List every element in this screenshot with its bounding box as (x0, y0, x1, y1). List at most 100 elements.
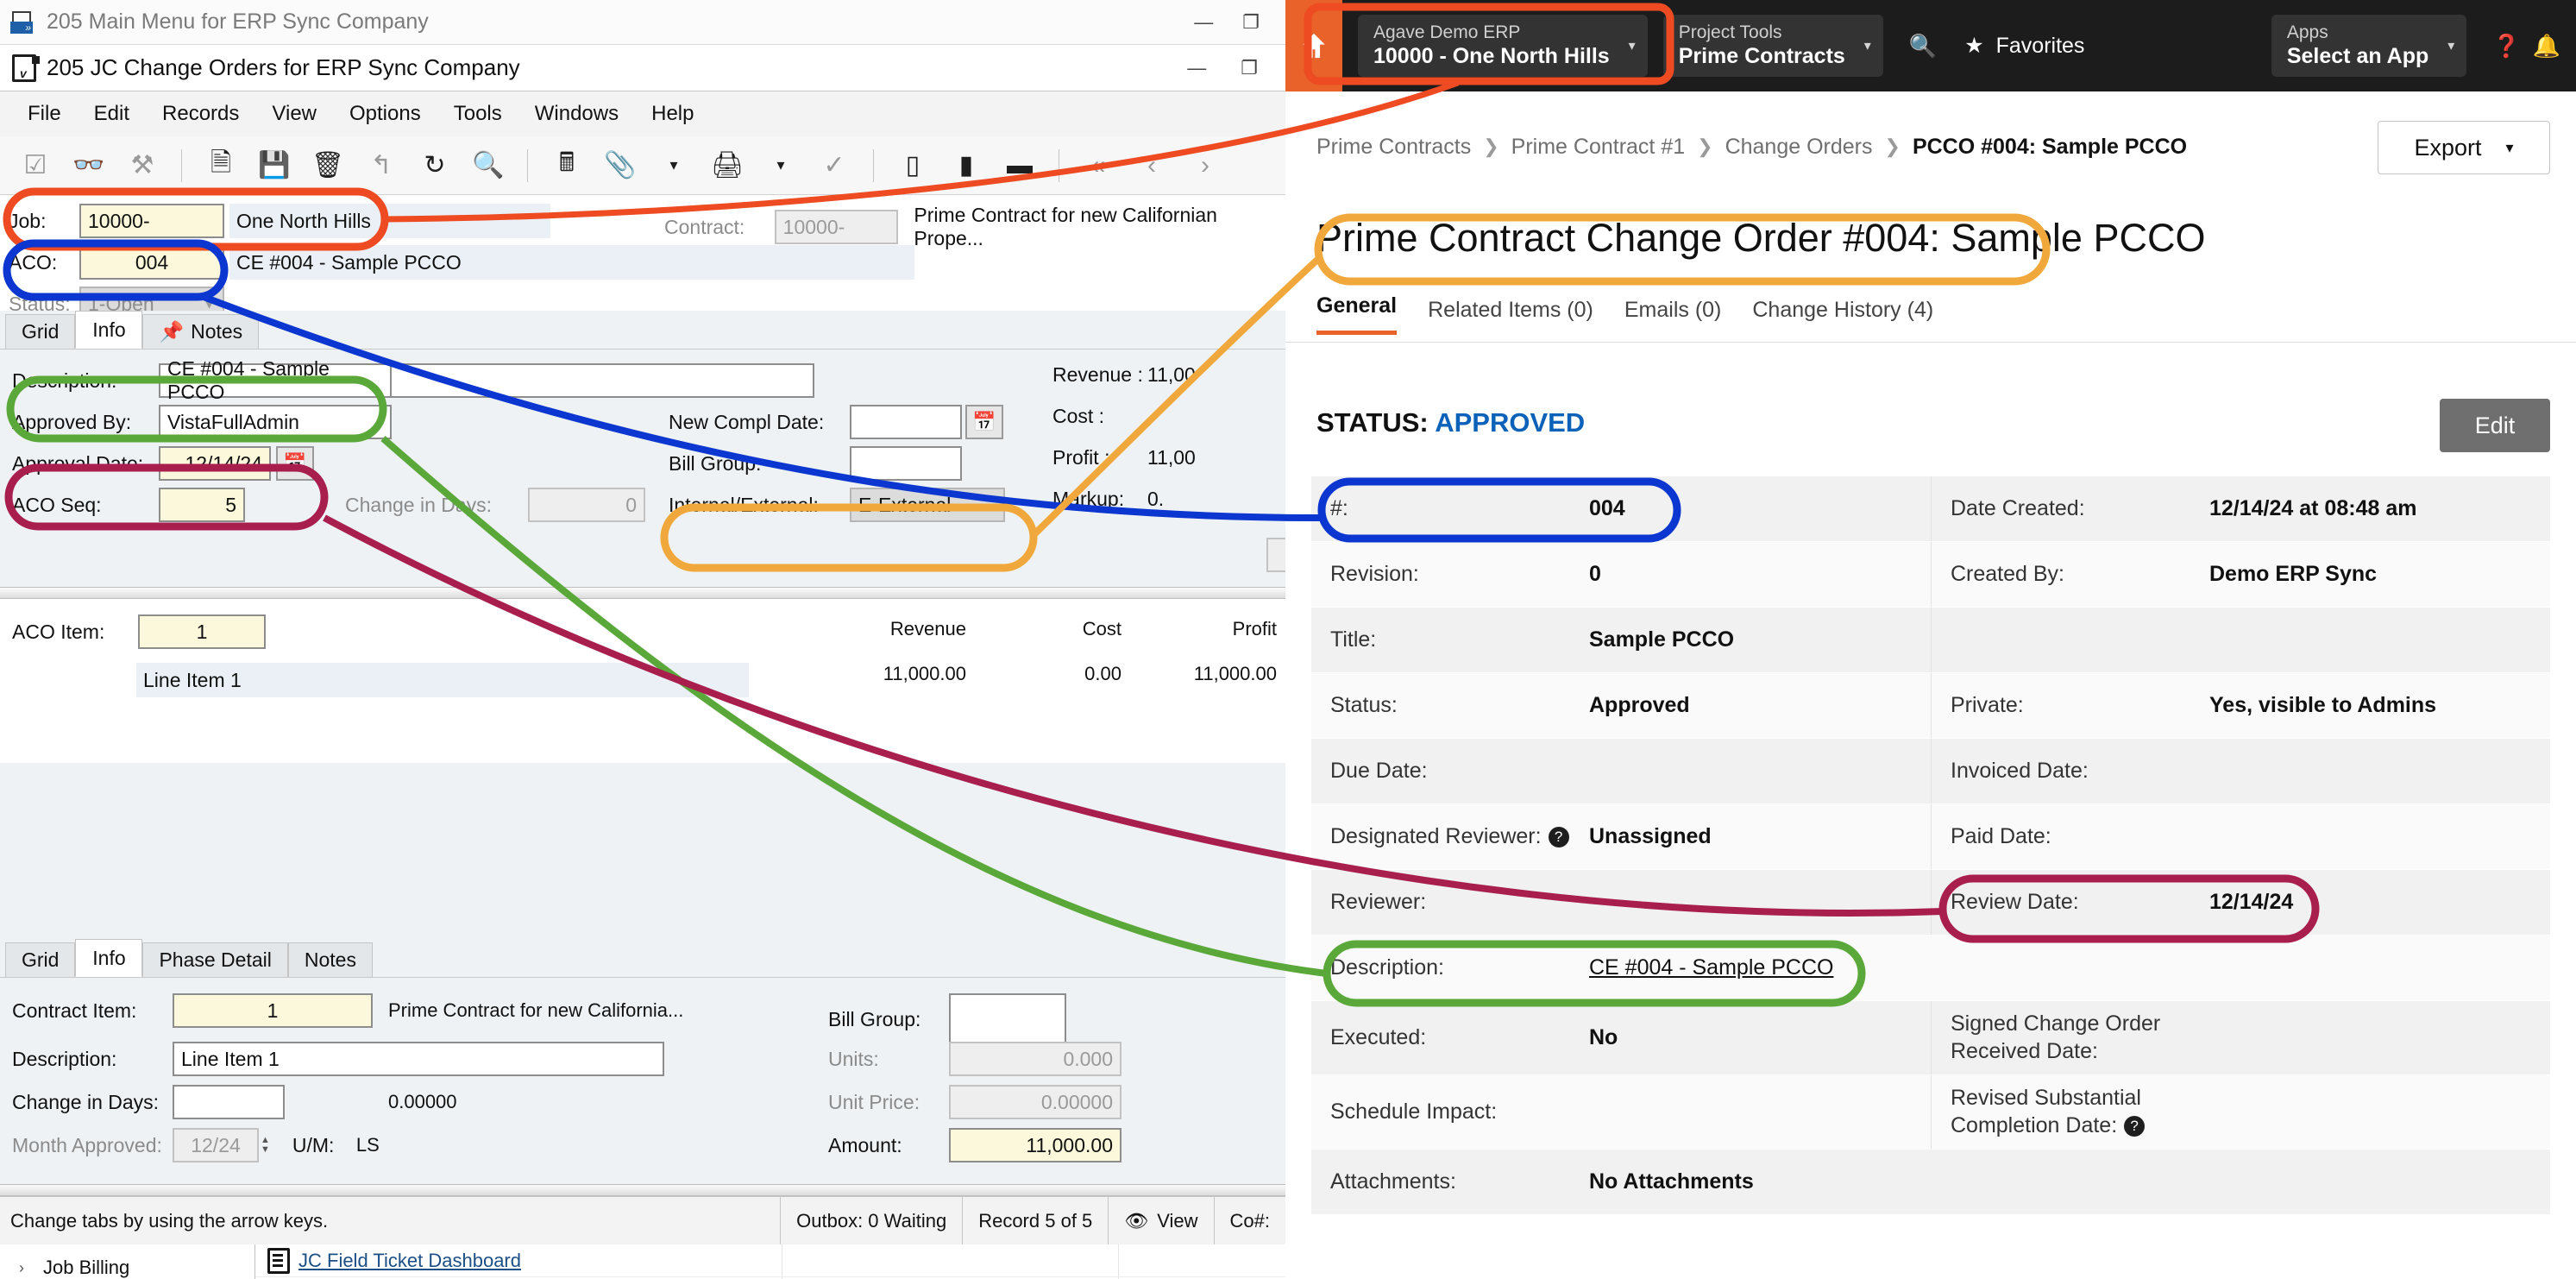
breadcrumb-prime-contracts[interactable]: Prime Contracts (1316, 135, 1471, 160)
field-label: Schedule Impact: (1330, 1099, 1498, 1124)
print-dropdown-icon[interactable]: ▾ (757, 144, 804, 187)
breadcrumb-change-orders[interactable]: Change Orders (1725, 135, 1873, 160)
menu-item-windows[interactable]: Windows (521, 98, 632, 129)
tab-item-grid[interactable]: Grid (5, 942, 76, 977)
month-approved-input[interactable]: 12/24 (173, 1128, 259, 1162)
new-document-icon[interactable]: 🗎 (198, 144, 244, 187)
table-row: Reviewer: Review Date: 12/14/24 (1311, 870, 2550, 936)
amount-input[interactable]: 11,000.00 (949, 1128, 1122, 1162)
binoculars-icon[interactable]: 👓 (66, 144, 112, 187)
tab-item-info[interactable]: Info (75, 939, 143, 977)
print-icon[interactable]: 🖨 (704, 144, 751, 187)
binoculars-edit-icon[interactable]: ⚒ (119, 144, 166, 187)
attachment-dropdown-icon[interactable]: ▾ (650, 144, 697, 187)
menu-item-edit[interactable]: Edit (80, 98, 143, 129)
aco-seq-field-row: ACO Seq: 5 (12, 488, 245, 522)
help-icon-revised-completion[interactable]: ? (2124, 1115, 2146, 1137)
description-input[interactable]: CE #004 - Sample PCCO (159, 357, 392, 403)
save-icon[interactable]: 💾 (251, 144, 298, 187)
search-icon[interactable]: 🔍 (465, 144, 512, 187)
next-record-icon[interactable]: › (1182, 144, 1228, 187)
tab-grid[interactable]: Grid (5, 314, 76, 349)
bell-icon[interactable]: 🔔 (2533, 33, 2560, 60)
form-view-icon[interactable]: ▯ (889, 144, 936, 187)
internal-external-select[interactable]: E-External (850, 488, 1005, 522)
tab-item-phase-detail[interactable]: Phase Detail (142, 942, 288, 977)
status-view-label: View (1157, 1209, 1198, 1232)
cost-row: Cost : (1052, 405, 1147, 428)
menu-item-records[interactable]: Records (148, 98, 253, 129)
search-button[interactable]: 🔍 (1909, 33, 1937, 60)
item-change-in-days-label: Change in Days: (12, 1090, 160, 1113)
tab-info[interactable]: Info (75, 311, 143, 349)
breadcrumb-prime-contract-1[interactable]: Prime Contract #1 (1511, 135, 1685, 160)
record-header-area: Job: 10000- One North Hills ACO: 004 CE … (0, 195, 1285, 321)
aco-item-input[interactable]: 1 (138, 614, 266, 649)
units-row: Units: 0.000 (828, 1042, 1122, 1076)
tab-related-items[interactable]: Related Items (0) (1428, 298, 1593, 335)
menu-item-options[interactable]: Options (336, 98, 435, 129)
menu-item-file[interactable]: File (14, 98, 75, 129)
tab-general[interactable]: General (1316, 293, 1398, 335)
bill-group-input[interactable] (850, 446, 962, 481)
tab-notes[interactable]: 📌 Notes (142, 314, 260, 349)
panel-splitter-2[interactable] (0, 1184, 1285, 1196)
help-icon-designated-reviewer[interactable]: ? (1548, 827, 1569, 848)
check-edit-icon[interactable]: ☑ (12, 144, 59, 187)
apps-selector[interactable]: Apps Select an App ▾ (2271, 15, 2467, 77)
export-button[interactable]: Export ▾ (2378, 121, 2550, 174)
menu-item-view[interactable]: View (258, 98, 330, 129)
calculator-icon[interactable]: 🖩 (543, 144, 590, 187)
contract-item-input[interactable]: 1 (173, 993, 373, 1028)
approved-by-input[interactable]: VistaFullAdmin (159, 405, 392, 439)
minimize-icon[interactable]: — (1194, 13, 1213, 32)
month-approved-stepper[interactable]: ▲ ▼ (261, 1136, 270, 1155)
menu-item-tools[interactable]: Tools (440, 98, 516, 129)
panel-splitter-1[interactable] (0, 587, 1285, 599)
grid-view-icon[interactable]: ▮ (943, 144, 990, 187)
tab-change-history[interactable]: Change History (4) (1752, 298, 1933, 335)
tab-item-notes[interactable]: Notes (287, 942, 373, 977)
calendar-icon-new-compl[interactable]: 📅 (965, 405, 1003, 439)
project-selector[interactable]: Agave Demo ERP 10000 - One North Hills ▾ (1358, 15, 1648, 77)
minimize-icon-inner[interactable]: — (1187, 59, 1206, 78)
tree-node-job-billing[interactable]: › Job Billing (0, 1251, 254, 1279)
split-view-icon[interactable]: ▬ (996, 144, 1043, 187)
refresh-icon[interactable]: ↻ (412, 144, 458, 187)
undo-icon[interactable]: ↰ (358, 144, 405, 187)
maximize-icon[interactable]: ❐ (1242, 13, 1260, 32)
list-item-name[interactable]: JC Field Ticket Dashboard (298, 1250, 816, 1272)
previous-record-icon[interactable]: ‹ (1128, 144, 1175, 187)
help-icon[interactable]: ❓ (2492, 33, 2520, 60)
aco-input[interactable]: 004 (79, 245, 224, 280)
item-revenue-value: 11,000.00 (883, 663, 966, 684)
approval-date-input[interactable]: 12/14/24 (159, 446, 271, 481)
menu-item-help[interactable]: Help (638, 98, 707, 129)
tool-selector[interactable]: Project Tools Prime Contracts ▾ (1662, 15, 1883, 77)
tabs-divider (1285, 342, 2576, 343)
first-record-icon[interactable]: « (1075, 144, 1122, 187)
page-title: Prime Contract Change Order #004: Sample… (1316, 216, 2206, 260)
list-item[interactable]: JC Field Ticket Dashboard (255, 1244, 1285, 1277)
aco-seq-input[interactable]: 5 (159, 488, 245, 522)
item-change-in-days-input[interactable] (173, 1085, 285, 1119)
status-view[interactable]: 👁 View (1108, 1196, 1213, 1245)
attachment-icon[interactable]: 📎 (597, 144, 644, 187)
item-description-input[interactable]: Line Item 1 (173, 1042, 664, 1076)
item-cost-value: 0.00 (1084, 663, 1122, 684)
field-label: Title: (1330, 627, 1377, 652)
job-input[interactable]: 10000- (79, 204, 224, 238)
edit-button[interactable]: Edit (2440, 399, 2550, 452)
calendar-icon[interactable]: 📅 (276, 446, 314, 481)
field-value-link[interactable]: CE #004 - Sample PCCO (1589, 955, 1833, 980)
home-icon[interactable] (1285, 0, 1342, 91)
tab-emails[interactable]: Emails (0) (1624, 298, 1722, 335)
favorites-button[interactable]: ★ Favorites (1964, 33, 2084, 59)
table-cell-description: Description: CE #004 - Sample PCCO (1311, 936, 2550, 1000)
new-compl-date-input[interactable] (850, 405, 962, 439)
maximize-icon-inner[interactable]: ❐ (1241, 59, 1258, 78)
item-bill-group-input[interactable] (949, 993, 1066, 1045)
description-input-ext[interactable] (392, 363, 814, 398)
delete-icon[interactable]: 🗑 (305, 144, 351, 187)
spellcheck-icon[interactable]: ✓ (811, 144, 858, 187)
